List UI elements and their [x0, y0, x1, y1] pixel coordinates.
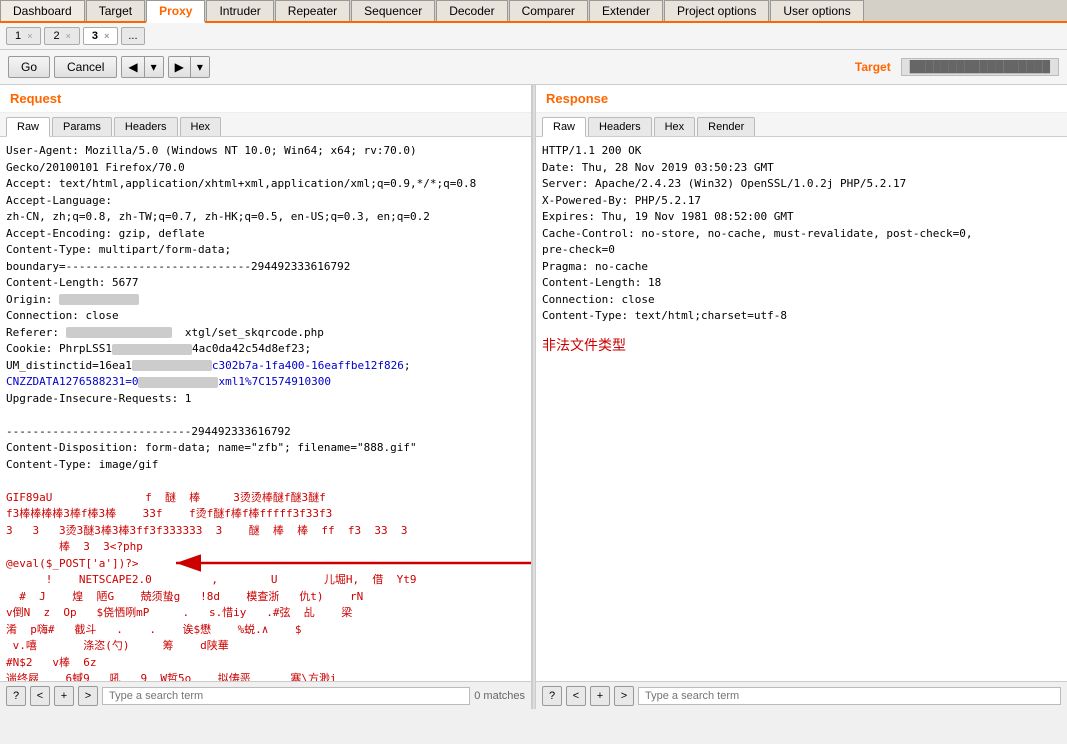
tab-repeater[interactable]: Repeater	[275, 0, 350, 21]
num-tab-1[interactable]: 1 ×	[6, 27, 41, 45]
tab-proxy[interactable]: Proxy	[146, 0, 205, 23]
tab-dashboard[interactable]: Dashboard	[0, 0, 85, 21]
tab-sequencer[interactable]: Sequencer	[351, 0, 435, 21]
num-tab-3[interactable]: 3 ×	[83, 27, 118, 45]
request-content: User-Agent: Mozilla/5.0 (Windows NT 10.0…	[0, 137, 531, 681]
forward-button[interactable]: ▶	[169, 57, 191, 77]
more-tabs-button[interactable]: ...	[121, 27, 144, 45]
target-value: ██████████████████	[901, 58, 1059, 76]
request-tab-headers[interactable]: Headers	[114, 117, 178, 136]
response-tab-raw[interactable]: Raw	[542, 117, 586, 137]
response-text: HTTP/1.1 200 OK Date: Thu, 28 Nov 2019 0…	[542, 143, 1061, 325]
request-title: Request	[0, 85, 531, 113]
request-matches-label: 0 matches	[474, 690, 525, 702]
back-dropdown[interactable]: ▾	[145, 57, 163, 77]
response-chinese: 非法文件类型	[542, 335, 1061, 356]
go-button[interactable]: Go	[8, 56, 50, 78]
response-content: HTTP/1.1 200 OK Date: Thu, 28 Nov 2019 0…	[536, 137, 1067, 681]
response-sub-tabs: Raw Headers Hex Render	[536, 113, 1067, 137]
forward-dropdown[interactable]: ▾	[191, 57, 209, 77]
response-prev-button[interactable]: <	[566, 686, 586, 706]
origin-blurred	[59, 294, 139, 305]
gif-data-1: GIF89aU f 醚 棒 3烫烫棒醚f醚3醚f f3棒棒棒棒3棒f棒3棒 33…	[6, 491, 408, 554]
response-bottom-bar: ? < + >	[536, 681, 1067, 709]
response-add-button[interactable]: +	[590, 686, 610, 706]
request-bottom-bar: ? < + > 0 matches	[0, 681, 531, 709]
request-add-button[interactable]: +	[54, 686, 74, 706]
tab-project-options[interactable]: Project options	[664, 0, 769, 21]
response-panel: Response Raw Headers Hex Render HTTP/1.1…	[536, 85, 1067, 709]
response-tab-render[interactable]: Render	[697, 117, 755, 136]
number-tab-bar: 1 × 2 × 3 × ...	[0, 23, 1067, 50]
tab-intruder[interactable]: Intruder	[206, 0, 273, 21]
request-search-input[interactable]	[102, 687, 470, 705]
request-text: User-Agent: Mozilla/5.0 (Windows NT 10.0…	[6, 143, 525, 556]
eval-line: @eval($_POST['a'])?> ! NETSCAPE2.0 , U 儿…	[6, 556, 525, 682]
num-tab-2[interactable]: 2 ×	[44, 27, 79, 45]
request-tab-raw[interactable]: Raw	[6, 117, 50, 137]
response-tab-hex[interactable]: Hex	[654, 117, 696, 136]
tab-extender[interactable]: Extender	[589, 0, 663, 21]
response-next-button[interactable]: >	[614, 686, 634, 706]
request-sub-tabs: Raw Params Headers Hex	[0, 113, 531, 137]
tab-user-options[interactable]: User options	[770, 0, 863, 21]
request-help-button[interactable]: ?	[6, 686, 26, 706]
request-next-button[interactable]: >	[78, 686, 98, 706]
target-label: Target	[855, 60, 891, 74]
nav-tabs: Dashboard Target Proxy Intruder Repeater…	[0, 0, 1067, 23]
cookie2-val: c302b7a-1fa400-16eaffbe12f826	[212, 359, 404, 372]
request-tab-hex[interactable]: Hex	[180, 117, 222, 136]
back-button[interactable]: ◀	[122, 57, 144, 77]
tab-comparer[interactable]: Comparer	[509, 0, 588, 21]
nav-button-group: ◀ ▾	[121, 56, 163, 78]
request-panel: Request Raw Params Headers Hex User-Agen…	[0, 85, 532, 709]
tab-decoder[interactable]: Decoder	[436, 0, 507, 21]
forward-button-group: ▶ ▾	[168, 56, 210, 78]
tab-target[interactable]: Target	[86, 0, 145, 21]
main-area: Request Raw Params Headers Hex User-Agen…	[0, 85, 1067, 709]
request-tab-params[interactable]: Params	[52, 117, 112, 136]
response-search-input[interactable]	[638, 687, 1061, 705]
response-title: Response	[536, 85, 1067, 113]
referer-blurred	[66, 327, 172, 338]
cookie3: CNZZDATA1276588231=0	[6, 375, 138, 388]
response-tab-headers[interactable]: Headers	[588, 117, 652, 136]
cookie3-blurred	[138, 377, 218, 388]
toolbar: Go Cancel ◀ ▾ ▶ ▾ Target ███████████████…	[0, 50, 1067, 85]
response-help-button[interactable]: ?	[542, 686, 562, 706]
cookie1-blurred	[112, 344, 192, 355]
cancel-button[interactable]: Cancel	[54, 56, 117, 78]
request-prev-button[interactable]: <	[30, 686, 50, 706]
cookie3-val: xml1%7C1574910300	[218, 375, 331, 388]
cookie2-blurred	[132, 360, 212, 371]
